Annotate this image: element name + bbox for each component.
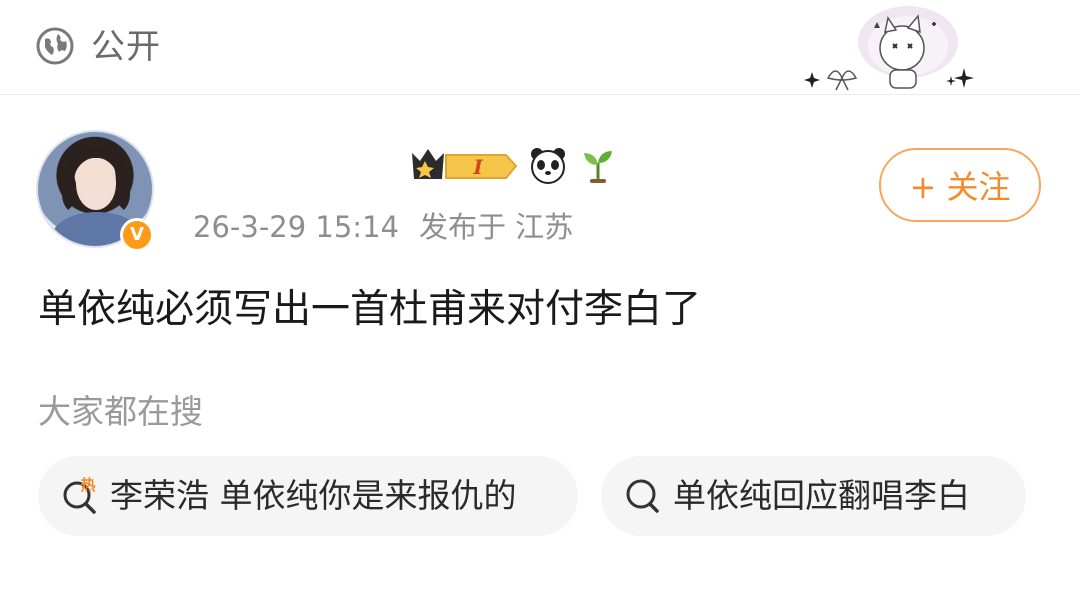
cartoon-cat-sticker — [804, 6, 974, 91]
verified-badge: V — [120, 218, 154, 252]
search-section-title: 大家都在搜 — [38, 392, 203, 431]
avatar[interactable]: V — [36, 122, 164, 254]
search-icon — [626, 479, 659, 513]
follow-button[interactable]: + 关注 — [879, 148, 1041, 222]
search-chip-label: 单依纯回应翻唱李白 — [673, 476, 970, 515]
visibility-label[interactable]: 公开 — [91, 27, 161, 67]
post-location: 发布于 江苏 — [418, 210, 574, 244]
hot-search-icon: 热 — [63, 476, 96, 514]
badge-row: I — [410, 140, 618, 190]
search-chip[interactable]: 单依纯回应翻唱李白 — [601, 456, 1026, 536]
globe-icon[interactable] — [36, 27, 74, 65]
panda-icon[interactable] — [528, 145, 568, 185]
crown-level-badge[interactable]: I — [410, 145, 518, 185]
post-text[interactable]: 单依纯必须写出一首杜甫来对付李白了 — [38, 284, 701, 336]
sprout-icon[interactable] — [578, 145, 618, 185]
top-bar: 公开 — [0, 0, 1080, 95]
search-chip-label: 李荣浩 单依纯你是来报仇的 — [110, 476, 517, 515]
level-badge-text: I — [472, 155, 483, 179]
hot-search-label: 热 — [80, 476, 95, 494]
username-hidden[interactable] — [192, 146, 392, 180]
post-timestamp: 26-3-29 15:14 — [193, 210, 399, 244]
search-chip[interactable]: 热 李荣浩 单依纯你是来报仇的 — [38, 456, 578, 536]
post-meta: 26-3-29 15:14 发布于 江苏 — [193, 210, 573, 244]
